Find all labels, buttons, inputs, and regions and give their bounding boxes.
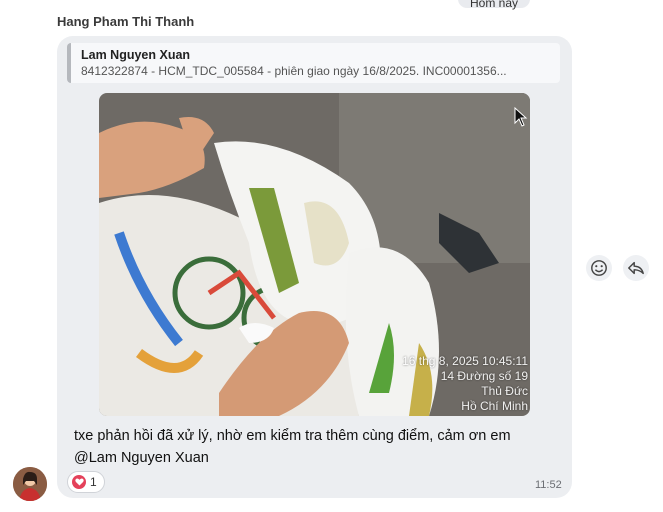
react-button[interactable] <box>586 255 612 281</box>
stamp-line-2: 14 Đường số 19 <box>440 369 528 383</box>
stamp-line-1: 16 thg 8, 2025 10:45:11 <box>402 354 528 368</box>
message-text: txe phản hồi đã xử lý, nhờ em kiểm tra t… <box>74 428 511 466</box>
smile-icon <box>591 260 607 276</box>
reaction-badge[interactable]: 1 <box>67 471 105 493</box>
mouse-cursor-icon <box>514 107 528 127</box>
avatar[interactable] <box>13 467 47 501</box>
photo-timestamp: 16 thg 8, 2025 10:45:11 14 Đường số 19 T… <box>402 354 528 414</box>
message-time: 11:52 <box>535 479 562 491</box>
today-divider: Hôm nay <box>458 0 530 10</box>
stamp-line-4: Hồ Chí Minh <box>461 399 528 413</box>
quoted-text: 8412322874 - HCM_TDC_005584 - phiên giao… <box>81 64 507 78</box>
quoted-message[interactable]: Lam Nguyen Xuan 8412322874 - HCM_TDC_005… <box>67 43 560 83</box>
sender-name: Hang Pham Thi Thanh <box>57 14 195 29</box>
quoted-author: Lam Nguyen Xuan <box>81 48 191 62</box>
message-photo[interactable]: 16 thg 8, 2025 10:45:11 14 Đường số 19 T… <box>99 93 530 416</box>
reply-icon <box>628 261 644 275</box>
heart-icon <box>72 475 86 489</box>
reply-button[interactable] <box>623 255 649 281</box>
stamp-line-3: Thủ Đức <box>481 384 528 398</box>
reaction-count: 1 <box>90 475 97 489</box>
